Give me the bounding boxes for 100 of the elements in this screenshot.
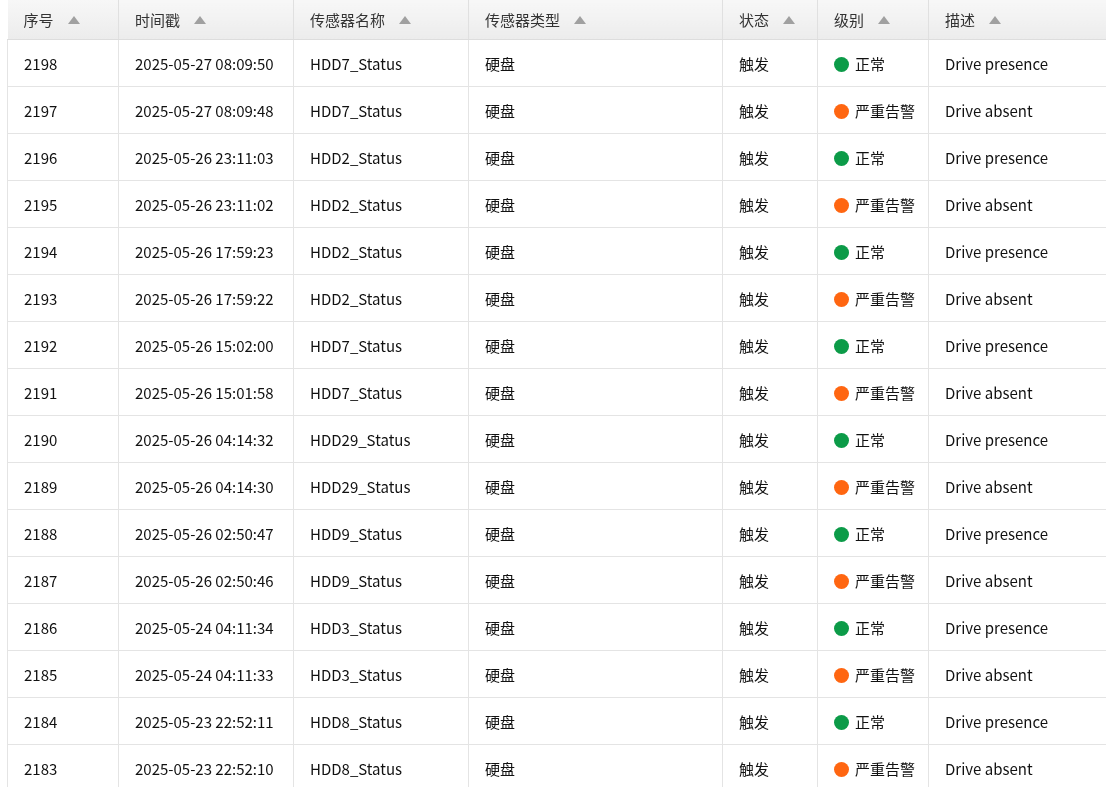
level-text: 严重告警 bbox=[855, 287, 915, 309]
sensor-name-text: HDD2_Status bbox=[310, 193, 403, 215]
sort-arrow-icon[interactable] bbox=[878, 15, 890, 24]
timestamp-text: 2025-05-26 02:50:46 bbox=[135, 569, 274, 591]
sensor-name-text: HDD9_Status bbox=[310, 569, 403, 591]
level-text: 严重告警 bbox=[855, 475, 915, 497]
sort-arrow-icon[interactable] bbox=[194, 15, 206, 24]
sensor-type-text: 硬盘 bbox=[485, 240, 515, 262]
timestamp-text: 2025-05-23 22:52:11 bbox=[135, 710, 274, 732]
description-text: Drive absent bbox=[945, 287, 1033, 309]
state-text: 触发 bbox=[739, 569, 769, 591]
level-text: 严重告警 bbox=[855, 99, 915, 121]
timestamp-text: 2025-05-26 04:14:32 bbox=[135, 428, 274, 450]
sensor-type-text: 硬盘 bbox=[485, 616, 515, 638]
sensor-type-text: 硬盘 bbox=[485, 710, 515, 732]
state-text: 触发 bbox=[739, 52, 769, 74]
state-text: 触发 bbox=[739, 193, 769, 215]
column-header[interactable]: 传感器类型 bbox=[485, 9, 560, 30]
state-text: 触发 bbox=[739, 240, 769, 262]
sensor-type-text: 硬盘 bbox=[485, 381, 515, 403]
sensor-type-text: 硬盘 bbox=[485, 146, 515, 168]
description-text: Drive absent bbox=[945, 99, 1033, 121]
timestamp-text: 2025-05-27 08:09:48 bbox=[135, 99, 274, 121]
description-text: Drive absent bbox=[945, 475, 1033, 497]
id-text: 2190 bbox=[24, 428, 58, 450]
sort-arrow-icon[interactable] bbox=[67, 15, 80, 24]
sensor-name-text: HDD3_Status bbox=[310, 616, 403, 638]
sort-arrow-icon[interactable] bbox=[574, 15, 586, 24]
sensor-name-text: HDD9_Status bbox=[310, 522, 403, 544]
column-header[interactable]: 描述 bbox=[945, 9, 975, 30]
timestamp-text: 2025-05-26 02:50:47 bbox=[135, 522, 274, 544]
id-text: 2187 bbox=[24, 569, 58, 591]
state-text: 触发 bbox=[739, 381, 769, 403]
timestamp-text: 2025-05-26 04:14:30 bbox=[135, 475, 274, 497]
id-text: 2191 bbox=[24, 381, 58, 403]
id-text: 2195 bbox=[24, 193, 58, 215]
description-text: Drive absent bbox=[945, 757, 1033, 779]
level-text: 严重告警 bbox=[855, 569, 915, 591]
level-text: 严重告警 bbox=[855, 381, 915, 403]
sensor-name-text: HDD7_Status bbox=[310, 52, 403, 74]
id-text: 2197 bbox=[24, 99, 58, 121]
description-text: Drive presence bbox=[945, 334, 1049, 356]
sensor-type-text: 硬盘 bbox=[485, 287, 515, 309]
sensor-name-text: HDD7_Status bbox=[310, 381, 403, 403]
sensor-type-text: 硬盘 bbox=[485, 475, 515, 497]
sort-arrow-icon[interactable] bbox=[989, 15, 1001, 24]
sensor-type-text: 硬盘 bbox=[485, 757, 515, 779]
level-text: 严重告警 bbox=[855, 193, 915, 215]
level-text: 严重告警 bbox=[855, 757, 915, 779]
description-text: Drive presence bbox=[945, 616, 1049, 638]
level-text: 正常 bbox=[855, 428, 885, 450]
sensor-name-text: HDD2_Status bbox=[310, 146, 403, 168]
level-text: 正常 bbox=[855, 616, 885, 638]
id-text: 2188 bbox=[24, 522, 58, 544]
level-text: 正常 bbox=[855, 710, 885, 732]
timestamp-text: 2025-05-26 23:11:03 bbox=[135, 146, 274, 168]
description-text: Drive presence bbox=[945, 710, 1049, 732]
description-text: Drive presence bbox=[945, 146, 1049, 168]
sensor-name-text: HDD2_Status bbox=[310, 287, 403, 309]
id-text: 2185 bbox=[24, 663, 58, 685]
sensor-type-text: 硬盘 bbox=[485, 569, 515, 591]
sensor-name-text: HDD3_Status bbox=[310, 663, 403, 685]
state-text: 触发 bbox=[739, 757, 769, 779]
sensor-name-text: HDD29_Status bbox=[310, 475, 411, 497]
level-text: 严重告警 bbox=[855, 663, 915, 685]
sensor-name-text: HDD7_Status bbox=[310, 99, 403, 121]
timestamp-text: 2025-05-24 04:11:34 bbox=[135, 616, 274, 638]
column-header[interactable]: 时间戳 bbox=[135, 9, 180, 30]
column-header[interactable]: 级别 bbox=[834, 9, 864, 30]
description-text: Drive presence bbox=[945, 240, 1049, 262]
timestamp-text: 2025-05-23 22:52:10 bbox=[135, 757, 274, 779]
state-text: 触发 bbox=[739, 428, 769, 450]
level-text: 正常 bbox=[855, 146, 885, 168]
sensor-type-text: 硬盘 bbox=[485, 193, 515, 215]
column-header[interactable]: 状态 bbox=[739, 9, 769, 30]
timestamp-text: 2025-05-27 08:09:50 bbox=[135, 52, 274, 74]
description-text: Drive absent bbox=[945, 569, 1033, 591]
state-text: 触发 bbox=[739, 287, 769, 309]
state-text: 触发 bbox=[739, 146, 769, 168]
state-text: 触发 bbox=[739, 710, 769, 732]
sort-arrow-icon[interactable] bbox=[783, 15, 795, 24]
id-text: 2189 bbox=[24, 475, 58, 497]
timestamp-text: 2025-05-26 15:02:00 bbox=[135, 334, 274, 356]
description-text: Drive presence bbox=[945, 52, 1049, 74]
id-text: 2184 bbox=[24, 710, 58, 732]
timestamp-text: 2025-05-24 04:11:33 bbox=[135, 663, 274, 685]
sensor-type-text: 硬盘 bbox=[485, 52, 515, 74]
sensor-name-text: HDD2_Status bbox=[310, 240, 403, 262]
id-text: 2194 bbox=[24, 240, 58, 262]
sensor-type-text: 硬盘 bbox=[485, 663, 515, 685]
state-text: 触发 bbox=[739, 99, 769, 121]
id-text: 2193 bbox=[24, 287, 58, 309]
timestamp-text: 2025-05-26 17:59:22 bbox=[135, 287, 274, 309]
level-text: 正常 bbox=[855, 522, 885, 544]
timestamp-text: 2025-05-26 23:11:02 bbox=[135, 193, 274, 215]
id-text: 2186 bbox=[24, 616, 58, 638]
sensor-type-text: 硬盘 bbox=[485, 522, 515, 544]
sensor-type-text: 硬盘 bbox=[485, 99, 515, 121]
sort-arrow-icon[interactable] bbox=[399, 15, 411, 24]
column-header[interactable]: 序号 bbox=[23, 9, 54, 30]
